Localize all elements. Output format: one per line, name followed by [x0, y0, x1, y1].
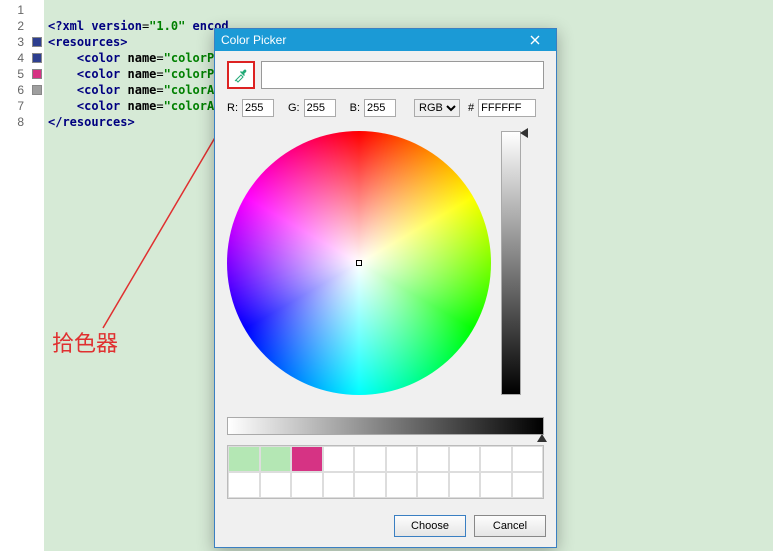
slider-handle-icon[interactable] [520, 128, 528, 138]
gutter-swatch[interactable] [32, 37, 42, 47]
color-picker-dialog: Color Picker R: G: B: RGB [214, 28, 557, 548]
line-number: 5 [0, 66, 30, 82]
swatch[interactable] [480, 446, 512, 472]
line-number: 7 [0, 98, 30, 114]
line-number: 3 [0, 34, 30, 50]
swatch[interactable] [386, 472, 418, 498]
cancel-button[interactable]: Cancel [474, 515, 546, 537]
line-gutter: 1 2 3 4 5 6 7 8 [0, 0, 30, 551]
line-number: 1 [0, 2, 30, 18]
r-input[interactable] [242, 99, 274, 117]
line-number: 6 [0, 82, 30, 98]
close-icon[interactable] [520, 31, 550, 49]
color-preview [261, 61, 544, 89]
swatch[interactable] [228, 472, 260, 498]
swatch[interactable] [260, 472, 292, 498]
gutter-swatch[interactable] [32, 69, 42, 79]
swatch[interactable] [323, 446, 355, 472]
g-label: G: [288, 102, 300, 114]
swatch[interactable] [228, 446, 260, 472]
swatch[interactable] [291, 446, 323, 472]
hash-label: # [468, 102, 474, 114]
swatch[interactable] [449, 446, 481, 472]
gutter-swatch[interactable] [32, 85, 42, 95]
line-number: 8 [0, 114, 30, 130]
swatch[interactable] [449, 472, 481, 498]
swatch[interactable] [323, 472, 355, 498]
slider-handle-icon[interactable] [537, 434, 547, 442]
swatch[interactable] [512, 472, 544, 498]
gutter-swatch[interactable] [32, 53, 42, 63]
g-input[interactable] [304, 99, 336, 117]
preset-swatches [227, 445, 544, 499]
swatch[interactable] [291, 472, 323, 498]
wheel-cursor[interactable] [356, 260, 362, 266]
color-wheel[interactable] [227, 131, 491, 395]
b-input[interactable] [364, 99, 396, 117]
r-label: R: [227, 102, 238, 114]
dialog-title: Color Picker [221, 33, 520, 47]
annotation-label: 拾色器 [52, 326, 118, 358]
color-mode-select[interactable]: RGB [414, 99, 460, 117]
color-gutter [30, 0, 44, 551]
line-number: 4 [0, 50, 30, 66]
brightness-vertical-slider[interactable] [501, 131, 521, 395]
swatch[interactable] [386, 446, 418, 472]
choose-button[interactable]: Choose [394, 515, 466, 537]
dialog-titlebar[interactable]: Color Picker [215, 29, 556, 51]
brightness-horizontal-slider[interactable] [227, 417, 544, 435]
swatch[interactable] [480, 472, 512, 498]
eyedropper-button[interactable] [227, 61, 255, 89]
swatch[interactable] [354, 472, 386, 498]
swatch[interactable] [512, 446, 544, 472]
b-label: B: [350, 102, 360, 114]
swatch[interactable] [417, 446, 449, 472]
hex-input[interactable] [478, 99, 536, 117]
swatch[interactable] [417, 472, 449, 498]
swatch[interactable] [260, 446, 292, 472]
swatch[interactable] [354, 446, 386, 472]
line-number: 2 [0, 18, 30, 34]
